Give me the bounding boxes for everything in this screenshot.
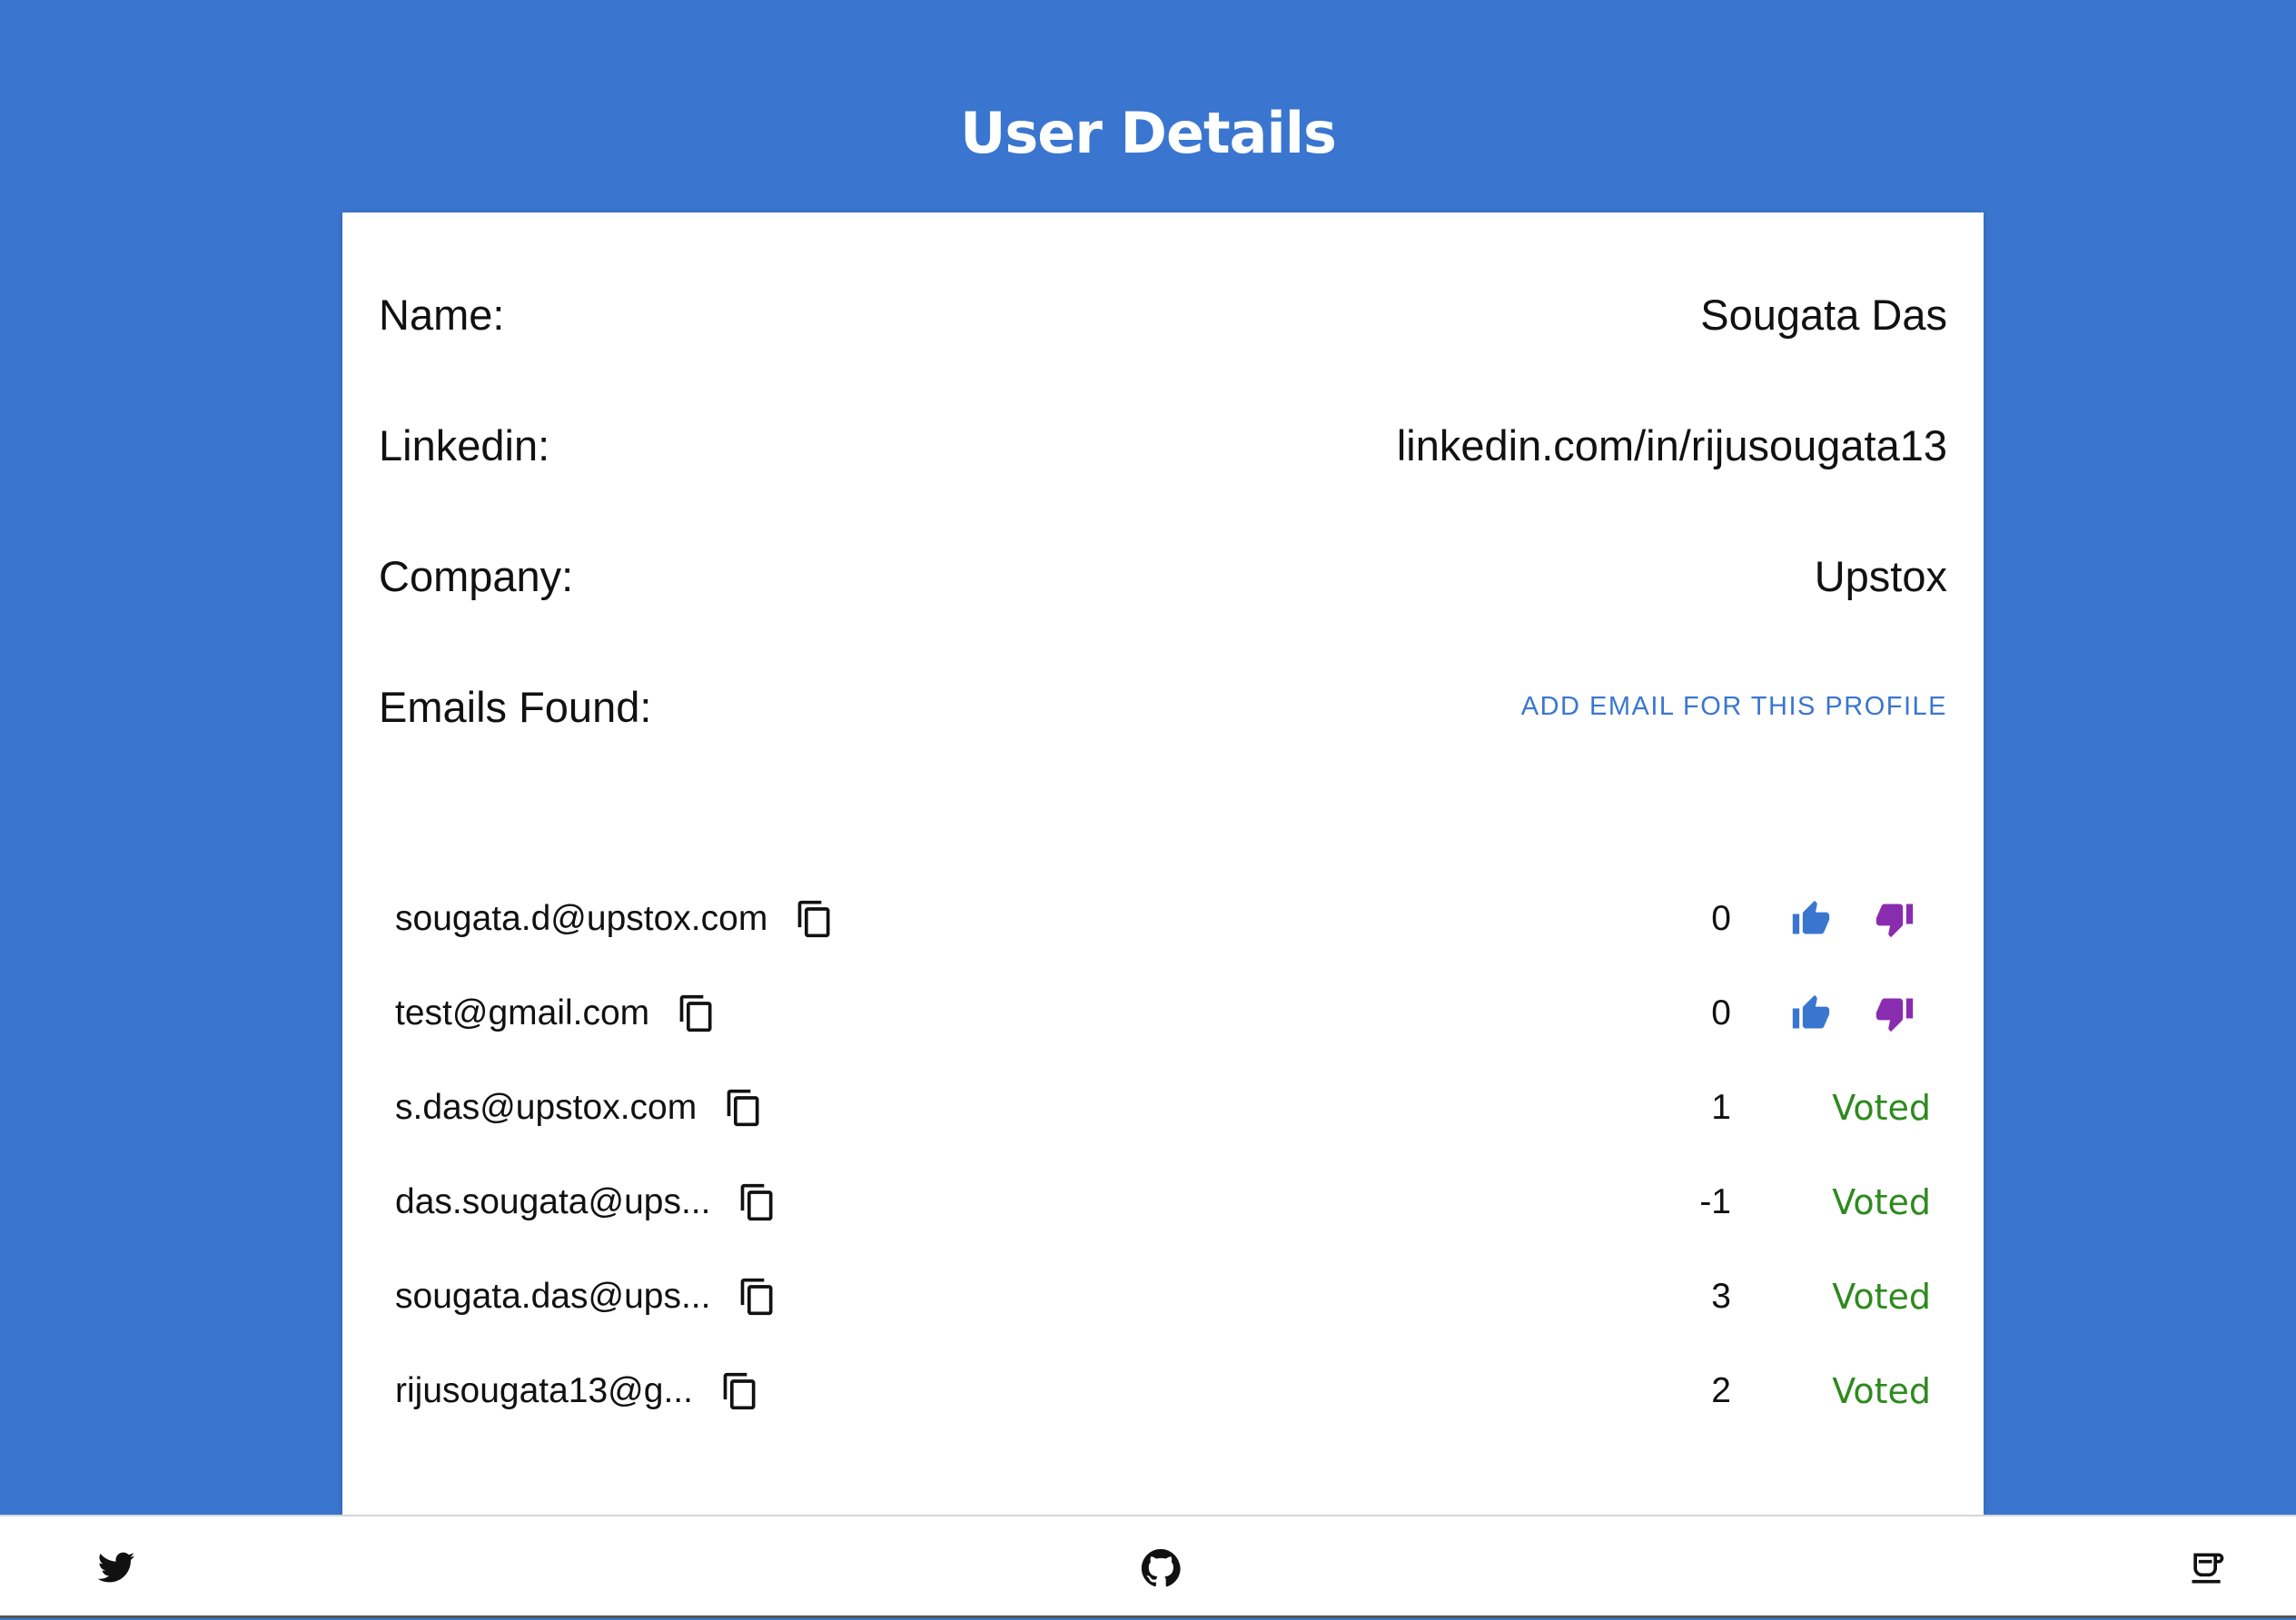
copy-icon[interactable] xyxy=(724,1088,764,1128)
voted-status: Voted xyxy=(1832,1088,1931,1128)
email-row: sougata.d@upstox.com 0 xyxy=(395,872,1931,966)
email-score: 2 xyxy=(1711,1371,1731,1410)
name-row: Name: Sougata Das xyxy=(379,282,1947,346)
page: User Details Name: Sougata Das Linkedin:… xyxy=(0,0,2296,1620)
email-right: -1 Voted xyxy=(1677,1155,1931,1250)
copy-icon[interactable] xyxy=(677,993,717,1033)
name-label: Name: xyxy=(379,290,505,339)
add-email-button[interactable]: ADD EMAIL FOR THIS PROFILE xyxy=(1507,685,1962,729)
email-address: test@gmail.com xyxy=(395,993,650,1032)
email-right: 2 Voted xyxy=(1677,1344,1931,1438)
thumb-up-icon[interactable] xyxy=(1791,899,1831,939)
company-value: Upstox xyxy=(1814,551,1947,600)
copy-icon[interactable] xyxy=(795,899,835,939)
emails-found-label: Emails Found: xyxy=(379,682,652,731)
voted-status: Voted xyxy=(1832,1371,1931,1411)
voted-status: Voted xyxy=(1832,1277,1931,1317)
email-score: 1 xyxy=(1711,1088,1731,1127)
thumb-down-icon[interactable] xyxy=(1875,899,1915,939)
email-address: sougata.das@ups... xyxy=(395,1277,711,1316)
emails-found-row: Emails Found: ADD EMAIL FOR THIS PROFILE xyxy=(379,675,1947,738)
email-right: 3 Voted xyxy=(1677,1250,1931,1344)
thumb-up-icon[interactable] xyxy=(1791,993,1831,1033)
email-left: test@gmail.com xyxy=(395,993,717,1033)
footer xyxy=(0,1515,2296,1618)
company-label: Company: xyxy=(379,551,574,600)
github-icon[interactable] xyxy=(1141,1548,1181,1588)
email-left: sougata.d@upstox.com xyxy=(395,899,835,939)
email-right: 0 xyxy=(1677,966,1931,1061)
linkedin-row: Linkedin: linkedin.com/in/rijusougata13 xyxy=(379,413,1947,477)
linkedin-label: Linkedin: xyxy=(379,420,550,469)
email-row: sougata.das@ups... 3 Voted xyxy=(395,1250,1931,1344)
email-row: rijusougata13@g... 2 Voted xyxy=(395,1344,1931,1438)
email-row: test@gmail.com 0 xyxy=(395,966,1931,1061)
email-left: rijusougata13@g... xyxy=(395,1371,760,1411)
email-row: das.sougata@ups... -1 Voted xyxy=(395,1155,1931,1250)
name-value: Sougata Das xyxy=(1700,290,1947,339)
email-score: -1 xyxy=(1699,1182,1731,1221)
twitter-icon[interactable] xyxy=(96,1548,136,1588)
email-left: das.sougata@ups... xyxy=(395,1182,777,1222)
copy-icon[interactable] xyxy=(737,1277,777,1317)
email-right: 1 Voted xyxy=(1677,1061,1931,1155)
email-score: 0 xyxy=(1711,993,1731,1032)
page-title: User Details xyxy=(960,100,1337,166)
vote-actions xyxy=(1731,993,1931,1033)
email-address: s.das@upstox.com xyxy=(395,1088,698,1127)
email-left: sougata.das@ups... xyxy=(395,1277,777,1317)
email-address: rijusougata13@g... xyxy=(395,1371,693,1410)
email-row: s.das@upstox.com 1 Voted xyxy=(395,1061,1931,1155)
thumb-down-icon[interactable] xyxy=(1875,993,1915,1033)
email-address: das.sougata@ups... xyxy=(395,1182,711,1221)
vote-actions xyxy=(1731,899,1931,939)
company-row: Company: Upstox xyxy=(379,544,1947,608)
coffee-icon[interactable] xyxy=(2187,1548,2227,1588)
user-details-card: Name: Sougata Das Linkedin: linkedin.com… xyxy=(342,212,1984,1515)
email-score: 3 xyxy=(1711,1277,1731,1316)
email-right: 0 xyxy=(1677,872,1931,966)
copy-icon[interactable] xyxy=(720,1371,760,1411)
email-list: sougata.d@upstox.com 0 test@gmail.com 0 … xyxy=(395,872,1931,1438)
voted-status: Voted xyxy=(1832,1182,1931,1222)
copy-icon[interactable] xyxy=(737,1182,777,1222)
email-score: 0 xyxy=(1711,899,1731,938)
email-left: s.das@upstox.com xyxy=(395,1088,764,1128)
linkedin-value: linkedin.com/in/rijusougata13 xyxy=(1396,420,1947,469)
email-address: sougata.d@upstox.com xyxy=(395,899,768,938)
